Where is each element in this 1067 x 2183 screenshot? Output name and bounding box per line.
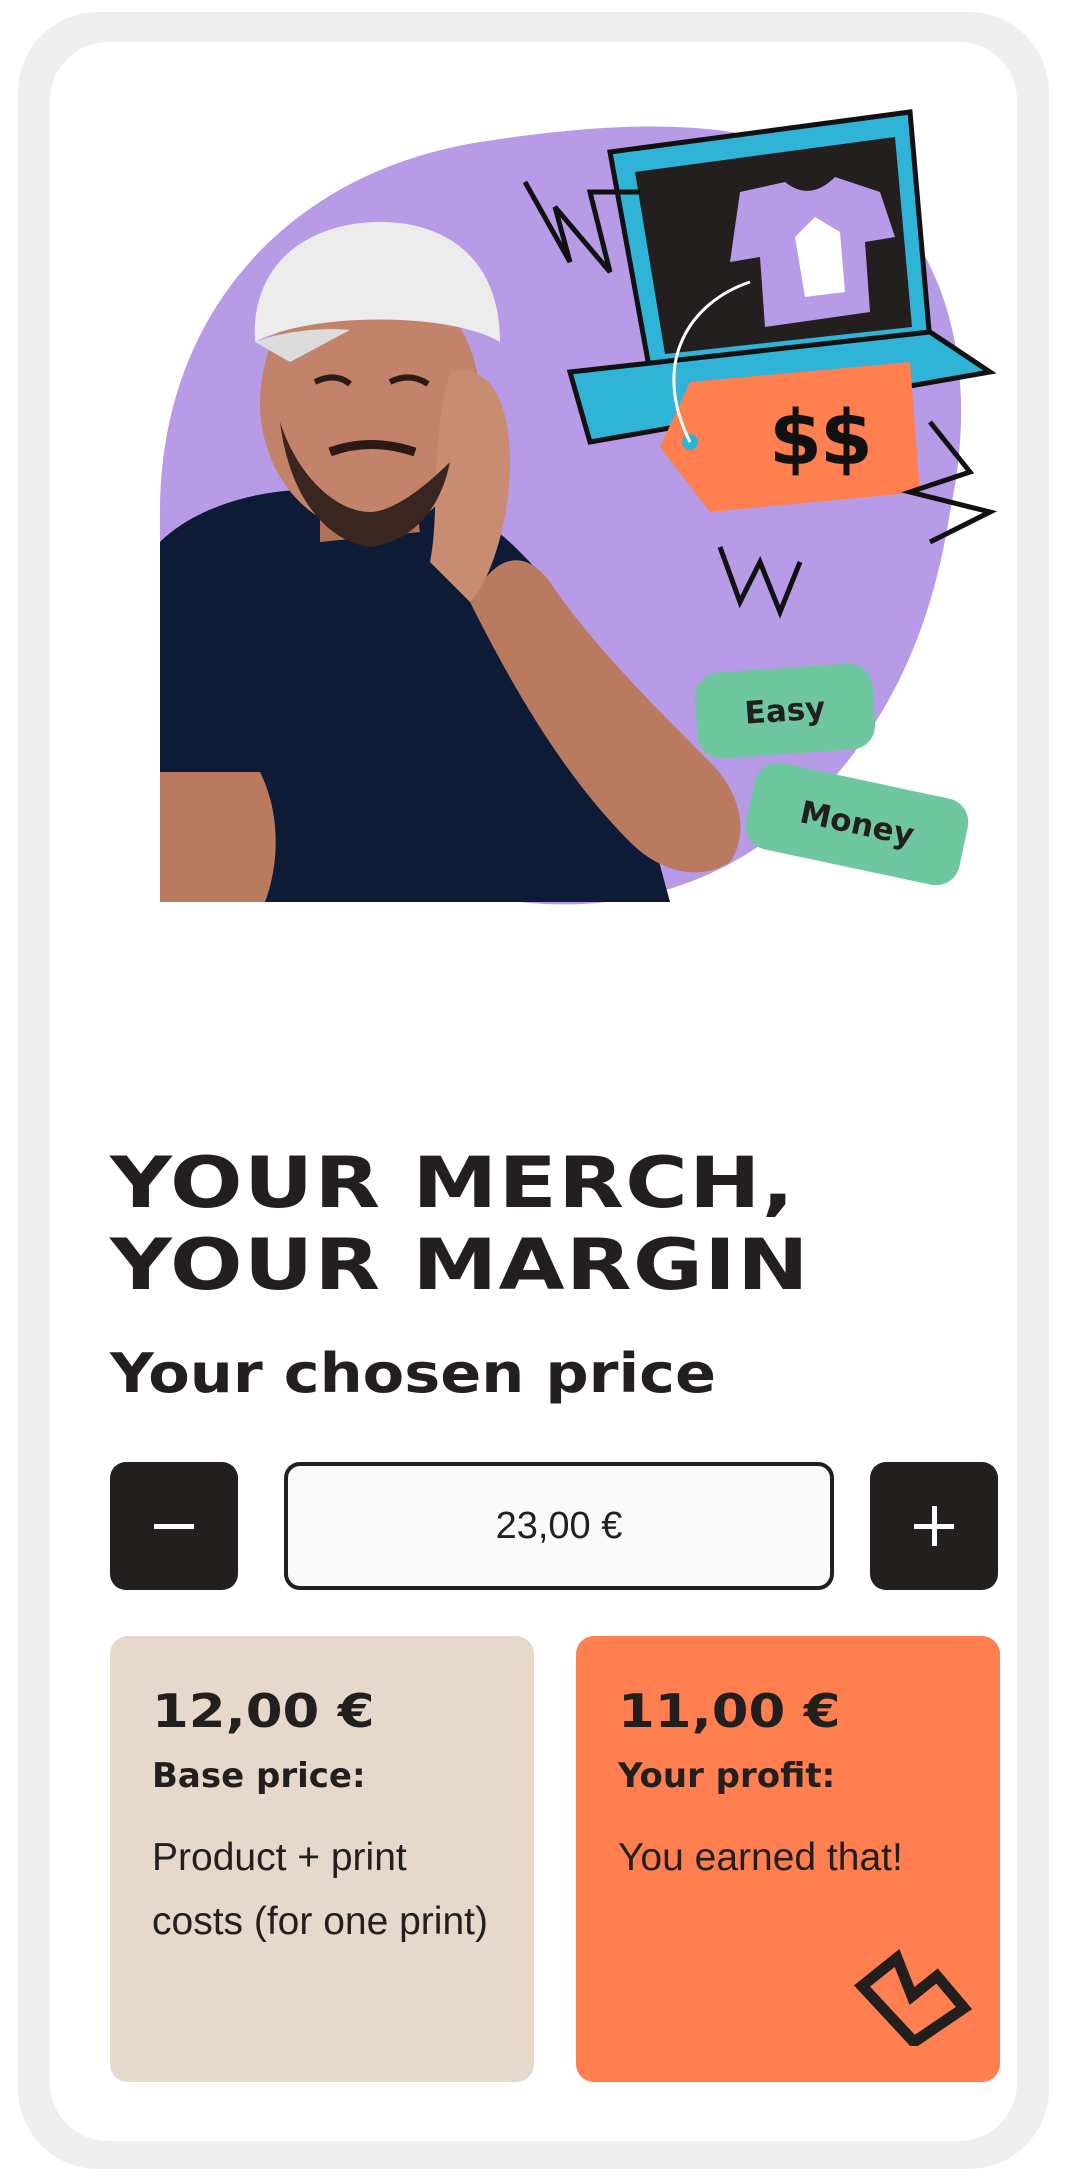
minus-icon (154, 1506, 194, 1546)
profit-amount: 11,00 € (618, 1684, 841, 1738)
base-price-title: Base price: (152, 1756, 366, 1796)
headline-line-2: YOUR MARGIN (110, 1224, 810, 1306)
price-subheading: Your chosen price (110, 1342, 717, 1405)
plus-icon (914, 1506, 954, 1546)
price-input[interactable]: 23,00 € (284, 1462, 834, 1590)
increase-price-button[interactable] (870, 1462, 998, 1590)
base-price-amount: 12,00 € (152, 1684, 375, 1738)
lightning-icon (853, 1949, 972, 2046)
price-tag-label: $$ (769, 392, 873, 482)
headline-line-1: YOUR MERCH, (110, 1142, 796, 1224)
headline: YOUR MERCH, YOUR MARGIN (110, 1142, 1017, 1306)
base-price-description: Product + print costs (for one print) (152, 1836, 488, 1943)
profit-card: 11,00 € Your profit: You earned that! (576, 1636, 1000, 2082)
base-price-card: 12,00 € Base price: Product + print cost… (110, 1636, 534, 2082)
hero-illustration: $$ Easy Money (50, 42, 1017, 942)
easy-tag: Easy (693, 661, 877, 761)
profit-title: Your profit: (618, 1756, 836, 1796)
profit-description: You earned that! (618, 1836, 903, 1879)
merch-card: $$ Easy Money YOUR MERCH, YOUR MARGIN Yo… (50, 42, 1017, 2141)
decrease-price-button[interactable] (110, 1462, 238, 1590)
